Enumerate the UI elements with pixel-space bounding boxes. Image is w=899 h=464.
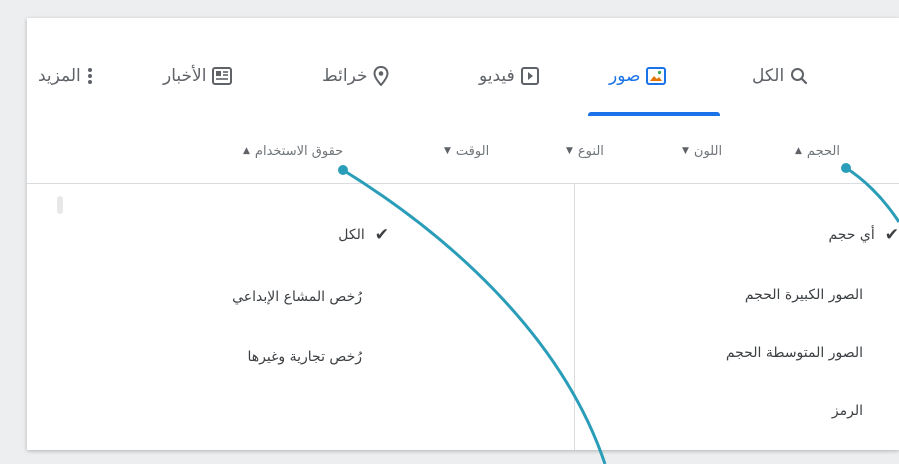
active-tab-indicator xyxy=(588,112,720,116)
filter-type-label: النوع xyxy=(577,143,604,159)
size-option-medium[interactable]: الصور المتوسطة الحجم xyxy=(726,338,863,368)
tab-all-label: الكل xyxy=(752,66,785,86)
tab-news-label: الأخبار xyxy=(163,66,207,86)
image-icon xyxy=(646,67,667,85)
filter-size[interactable]: الحجم ▲ xyxy=(795,137,840,165)
tab-images[interactable]: صور xyxy=(609,58,667,94)
check-icon: ✔ xyxy=(884,225,899,245)
check-icon: ✔ xyxy=(374,225,389,245)
filter-color[interactable]: اللون ▼ xyxy=(682,137,722,165)
chevron-down-icon: ▼ xyxy=(566,146,573,156)
size-option-any[interactable]: ✔ أي حجم xyxy=(828,220,899,250)
newspaper-icon xyxy=(212,67,233,85)
rights-option-label: رُخص المشاع الإبداعي xyxy=(232,289,362,305)
tab-all[interactable]: الكل xyxy=(752,58,808,94)
menus-divider xyxy=(574,184,575,450)
map-pin-icon xyxy=(373,66,389,86)
tab-videos[interactable]: فيديو xyxy=(479,58,539,94)
filter-type[interactable]: النوع ▼ xyxy=(566,137,604,165)
rights-option-creative-commons[interactable]: رُخص المشاع الإبداعي xyxy=(232,282,362,312)
more-vert-icon xyxy=(87,67,93,85)
rights-option-commercial[interactable]: رُخص تجارية وغيرها xyxy=(247,342,362,372)
filter-size-label: الحجم xyxy=(806,143,840,159)
tab-maps-label: خرائط xyxy=(322,66,368,86)
search-icon xyxy=(790,67,808,85)
size-option-large[interactable]: الصور الكبيرة الحجم xyxy=(745,280,863,310)
tab-images-label: صور xyxy=(609,66,641,86)
filter-time-label: الوقت xyxy=(455,143,490,159)
rights-option-label: رُخص تجارية وغيرها xyxy=(247,349,362,365)
chevron-up-icon: ▲ xyxy=(795,146,802,156)
tab-videos-label: فيديو xyxy=(479,66,515,86)
filters-divider xyxy=(27,183,899,184)
filter-usage-rights-label: حقوق الاستخدام xyxy=(254,143,344,159)
chevron-up-icon: ▲ xyxy=(243,146,250,156)
filter-time[interactable]: الوقت ▼ xyxy=(444,137,489,165)
size-option-icon[interactable]: الرمز xyxy=(832,396,863,426)
rights-option-label: الكل xyxy=(338,227,365,243)
size-option-label: الصور المتوسطة الحجم xyxy=(725,345,863,361)
chevron-down-icon: ▼ xyxy=(682,146,689,156)
filter-color-label: اللون xyxy=(693,143,723,159)
chevron-down-icon: ▼ xyxy=(444,146,451,156)
tab-more-label: المزيد xyxy=(38,66,81,86)
size-option-label: الصور الكبيرة الحجم xyxy=(744,287,863,303)
size-option-label: أي حجم xyxy=(828,227,875,243)
play-icon xyxy=(520,67,539,85)
tab-more[interactable]: المزيد xyxy=(38,58,93,94)
tab-news[interactable]: الأخبار xyxy=(163,58,233,94)
scrollbar-thumb[interactable] xyxy=(57,196,63,214)
rights-option-all[interactable]: ✔ الكل xyxy=(338,220,389,250)
size-option-label: الرمز xyxy=(831,403,863,419)
filter-usage-rights[interactable]: حقوق الاستخدام ▲ xyxy=(243,137,343,165)
tab-maps[interactable]: خرائط xyxy=(322,58,389,94)
